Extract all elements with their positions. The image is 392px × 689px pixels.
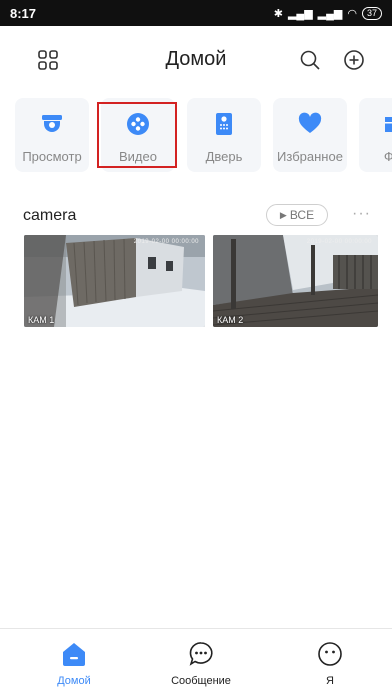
category-door[interactable]: Дверь xyxy=(187,98,261,172)
category-label: Видео xyxy=(119,149,157,164)
video-reel-icon xyxy=(101,112,175,136)
category-label: Дверь xyxy=(205,149,243,164)
bottom-navigation: Домой Сообщение Я xyxy=(0,628,392,689)
grid-menu-icon[interactable] xyxy=(36,48,60,72)
camera-thumbnail[interactable]: 2019-02-00 00:00:00 КАМ 2 xyxy=(213,235,378,327)
camera-snapshot-image xyxy=(24,235,205,327)
battery-icon: 37 xyxy=(361,6,382,20)
nav-home[interactable]: Домой xyxy=(34,641,114,687)
view-all-button[interactable]: ▶ ВСЕ xyxy=(266,204,328,226)
status-bar: 8:17 ✱ ▂▄▆ ▂▄▆ ◠ 37 xyxy=(0,0,392,26)
category-preview[interactable]: Просмотр xyxy=(15,98,89,172)
nav-label: Домой xyxy=(57,675,91,687)
nav-label: Сообщение xyxy=(171,675,231,687)
search-icon[interactable] xyxy=(298,48,322,72)
category-files[interactable]: Фай xyxy=(359,98,392,172)
category-label: Фай xyxy=(383,149,392,164)
group-title: camera xyxy=(23,207,77,224)
camera-label: КАМ 2 xyxy=(217,315,244,325)
nav-profile[interactable]: Я xyxy=(290,641,370,687)
category-favorites[interactable]: Избранное xyxy=(273,98,347,172)
home-icon xyxy=(34,641,114,667)
category-label: Избранное xyxy=(277,149,343,164)
nav-messages[interactable]: Сообщение xyxy=(161,641,241,687)
add-device-icon[interactable] xyxy=(342,48,366,72)
camera-snapshot-image xyxy=(213,235,378,327)
signal-icon-2: ▂▄▆ xyxy=(317,7,343,20)
category-video[interactable]: Видео xyxy=(97,98,177,172)
profile-face-icon xyxy=(290,641,370,667)
camera-thumbnail[interactable]: 2019-02-00 00:00:00 КАМ 1 xyxy=(24,235,205,327)
camera-timestamp: 2019-02-00 00:00:00 xyxy=(133,239,199,245)
play-icon: ▶ xyxy=(279,209,287,220)
camera-dome-icon xyxy=(15,112,89,136)
category-label: Просмотр xyxy=(22,149,82,164)
nav-label: Я xyxy=(326,675,334,687)
status-icons: ✱ ▂▄▆ ▂▄▆ ◠ 37 xyxy=(273,6,382,20)
app-header: Домой xyxy=(0,26,392,92)
status-time: 8:17 xyxy=(10,5,37,21)
camera-timestamp: 2019-02-00 00:00:00 xyxy=(306,239,372,245)
bluetooth-icon: ✱ xyxy=(273,7,283,20)
camera-label: КАМ 1 xyxy=(28,315,55,325)
wifi-icon: ◠ xyxy=(347,7,357,20)
folder-icon xyxy=(359,112,392,136)
view-all-label: ВСЕ xyxy=(289,208,315,222)
signal-icon: ▂▄▆ xyxy=(287,7,313,20)
door-panel-icon xyxy=(187,112,261,136)
more-icon[interactable]: ··· xyxy=(352,205,371,223)
heart-icon xyxy=(273,112,347,136)
category-strip[interactable]: Просмотр Видео Дверь Избранное Фай xyxy=(0,98,392,176)
message-icon xyxy=(161,641,241,667)
